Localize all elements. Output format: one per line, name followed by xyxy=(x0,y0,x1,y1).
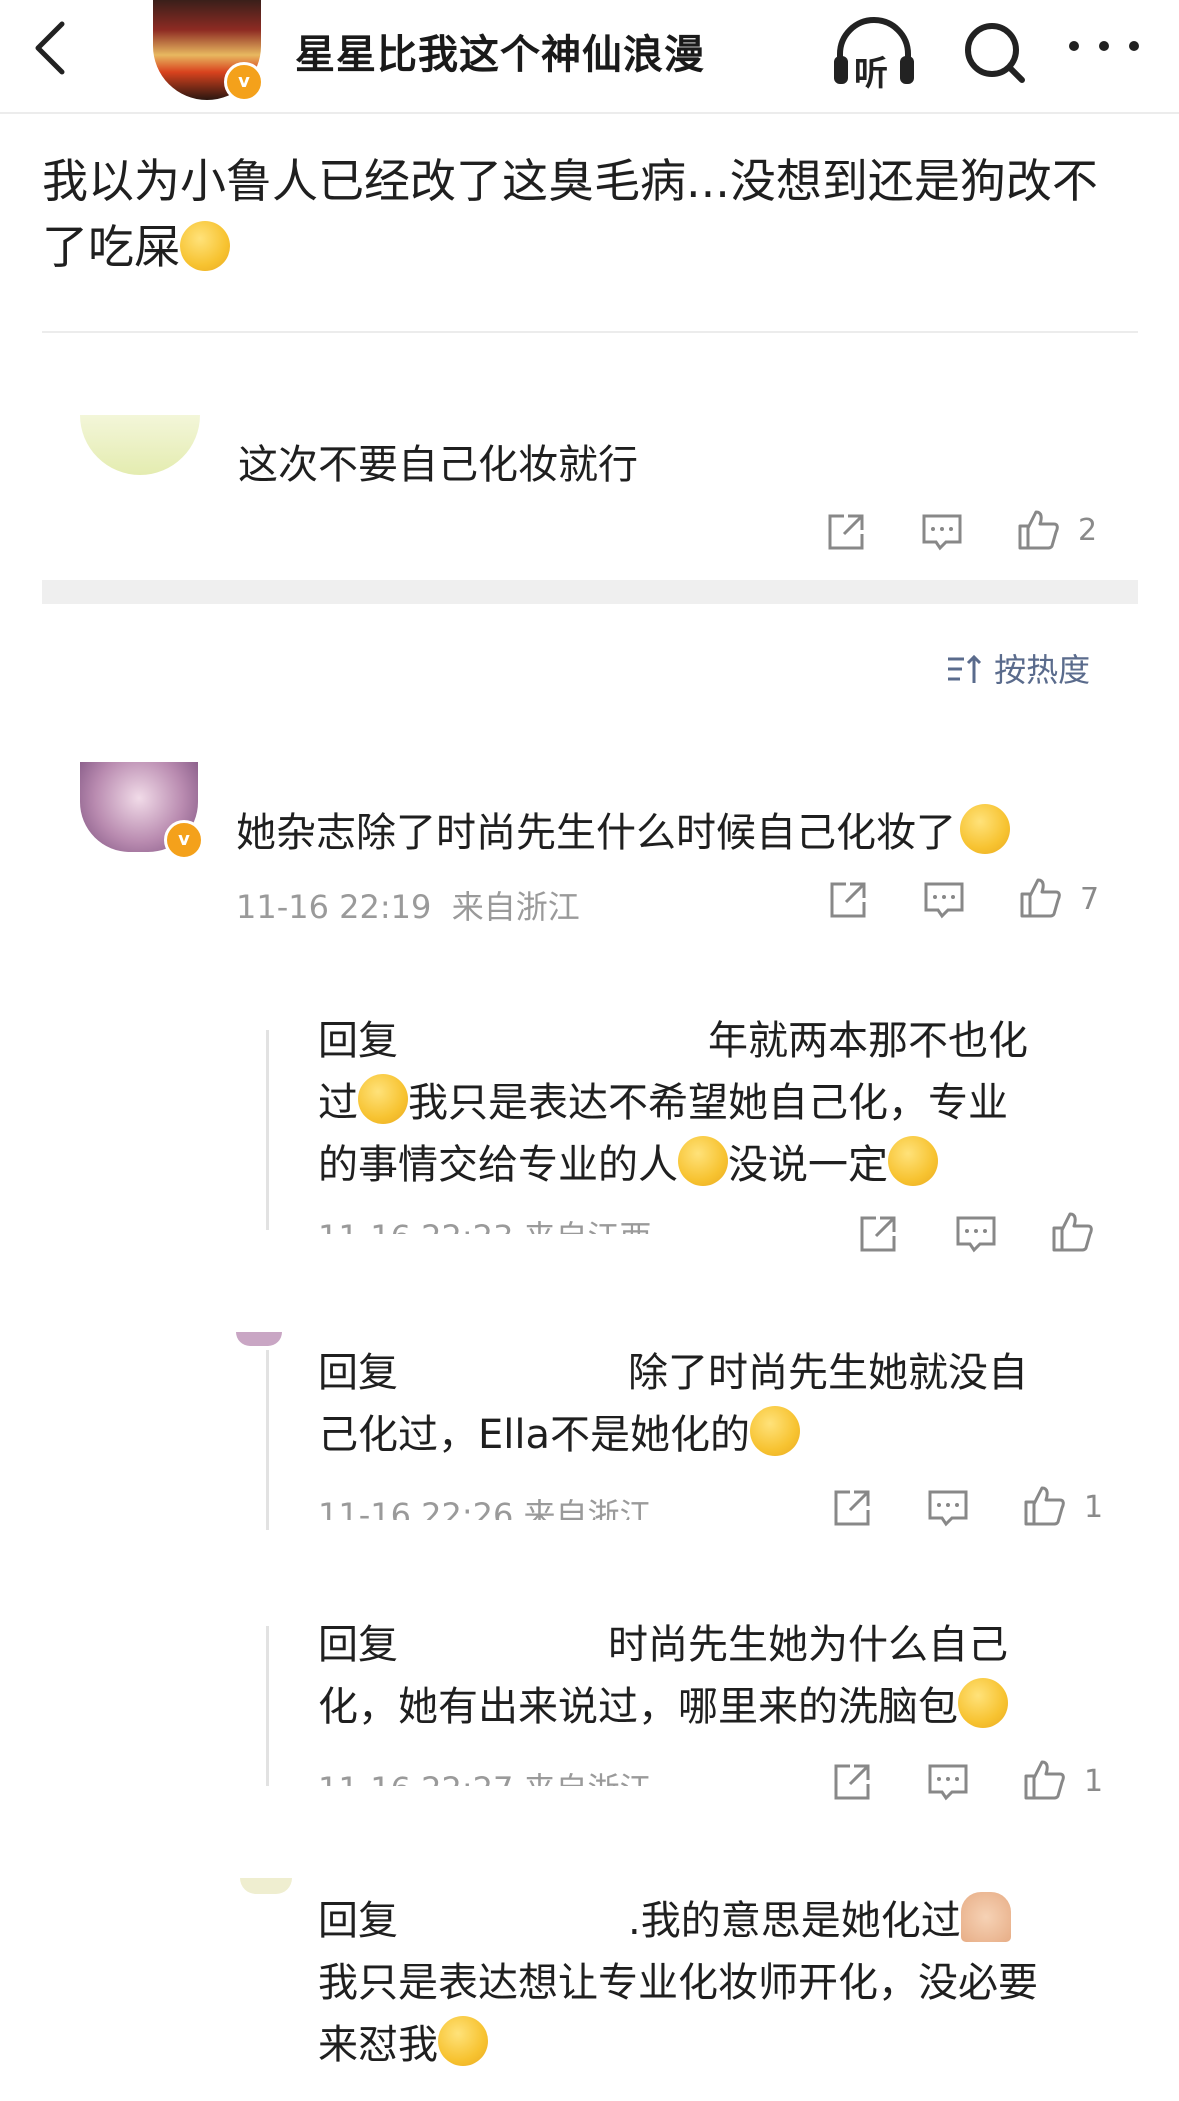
account-name[interactable]: 星星比我这个神仙浪漫 xyxy=(295,22,705,80)
reply-thread-line xyxy=(266,1350,269,1530)
reply-meta: 11-16 22:26 来自浙江 xyxy=(318,1496,652,1520)
verified-badge-icon: v xyxy=(224,62,264,102)
share-icon[interactable] xyxy=(826,878,870,922)
praying-hands-emoji-icon xyxy=(960,1892,1011,1942)
reply-prefix: 回复 xyxy=(318,1018,398,1064)
reply-4: 回复 .我的意思是她化过 我只是表达想让专业化妆师开化，没必要 来怼我 xyxy=(318,1890,1138,2076)
reply-text: 来怼我 xyxy=(318,2022,438,2068)
like-icon[interactable] xyxy=(1016,508,1060,552)
reply-2: 回复 除了时尚先生她就没自 己化过，Ella不是她化的 xyxy=(318,1342,1098,1466)
reply-text: 我只是表达想让专业化妆师开化，没必要 xyxy=(318,1960,1038,2006)
reply-3: 回复 时尚先生她为什么自己 化，她有出来说过，哪里来的洗脑包 xyxy=(318,1614,1098,1738)
comment-text: 她杂志除了时尚先生什么时候自己化妆了 xyxy=(236,800,1010,858)
reply-text: 化，她有出来说过，哪里来的洗脑包 xyxy=(318,1684,958,1730)
share-icon[interactable] xyxy=(824,510,868,554)
comment-icon[interactable] xyxy=(922,878,966,922)
comment-location: 来自浙江 xyxy=(451,888,580,926)
smile-emoji-icon xyxy=(888,1136,938,1186)
smirk-emoji-icon xyxy=(750,1406,801,1456)
divider xyxy=(42,331,1138,333)
sort-toggle[interactable]: 按热度 xyxy=(946,645,1090,691)
reply-text: .我的意思是她化过 xyxy=(628,1898,961,1944)
like-count: 1 xyxy=(1084,1490,1104,1525)
reply-1: 回复 年就两本那不也化 过 我只是表达不希望她自己化，专业 的事情交给专业的人 没说一… xyxy=(318,1010,1098,1196)
smirk-emoji-icon xyxy=(960,804,1010,854)
reply-text: 己化过，Ella不是她化的 xyxy=(318,1412,751,1458)
like-count: 1 xyxy=(1084,1764,1104,1799)
comment-icon[interactable] xyxy=(926,1486,970,1530)
sweat-smile-emoji-icon xyxy=(180,221,230,271)
listen-button[interactable]: 听 xyxy=(832,16,916,94)
smile-emoji-icon xyxy=(358,1074,408,1124)
reply-text: 时尚先生她为什么自己 xyxy=(608,1622,1008,1668)
smile-emoji-icon xyxy=(678,1136,728,1186)
share-icon[interactable] xyxy=(830,1486,874,1530)
reply-thread-line xyxy=(266,1030,269,1230)
sweat-smile-emoji-icon xyxy=(438,2016,488,2066)
reply-text: 我只是表达不希望她自己化，专业 xyxy=(408,1080,1008,1126)
comment-meta: 11-16 22:19 来自浙江 xyxy=(236,882,580,928)
reply-thread-line xyxy=(266,1626,269,1786)
like-count: 7 xyxy=(1080,882,1100,917)
back-arrow-icon[interactable] xyxy=(28,18,78,78)
comment-icon[interactable] xyxy=(954,1212,998,1256)
commenter-avatar[interactable] xyxy=(240,1878,292,1894)
comment-text-content: 她杂志除了时尚先生什么时候自己化妆了 xyxy=(236,810,956,856)
top-bar: v 星星比我这个神仙浪漫 听 xyxy=(0,0,1179,114)
comment-icon[interactable] xyxy=(920,510,964,554)
reply-prefix: 回复 xyxy=(318,1622,398,1668)
reply-text: 年就两本那不也化 xyxy=(708,1018,1028,1064)
search-icon[interactable] xyxy=(956,16,1040,88)
like-icon[interactable] xyxy=(1018,876,1062,920)
smirk-emoji-icon xyxy=(958,1678,1008,1728)
reply-meta: 11-16 22:23 来自江西 xyxy=(318,1212,652,1234)
sort-icon xyxy=(948,654,982,683)
like-count: 2 xyxy=(1078,513,1098,548)
like-icon[interactable] xyxy=(1022,1484,1066,1528)
listen-label: 听 xyxy=(854,54,888,94)
reply-text: 没说一定 xyxy=(728,1142,888,1188)
more-icon[interactable] xyxy=(1062,16,1146,88)
like-icon[interactable] xyxy=(1022,1758,1066,1802)
reply-meta: 11-16 22:27 来自浙江 xyxy=(318,1764,652,1786)
share-icon[interactable] xyxy=(856,1212,900,1256)
reply-text: 的事情交给专业的人 xyxy=(318,1142,678,1188)
section-separator xyxy=(42,580,1138,604)
share-icon[interactable] xyxy=(830,1760,874,1804)
pinned-comment-text: 这次不要自己化妆就行 xyxy=(238,442,638,488)
commenter-avatar[interactable] xyxy=(236,1332,282,1346)
comment-time: 11-16 22:19 xyxy=(236,888,432,926)
reply-text: 过 xyxy=(318,1080,358,1126)
comment-icon[interactable] xyxy=(926,1760,970,1804)
commenter-avatar[interactable] xyxy=(80,415,200,475)
reply-text: 除了时尚先生她就没自 xyxy=(628,1350,1028,1396)
sort-label: 按热度 xyxy=(994,651,1091,689)
post-content: 我以为小鲁人已经改了这臭毛病...没想到还是狗改不了吃屎 xyxy=(42,148,1142,280)
like-icon[interactable] xyxy=(1050,1210,1094,1254)
verified-badge-icon: v xyxy=(164,820,204,860)
reply-prefix: 回复 xyxy=(318,1350,398,1396)
reply-prefix: 回复 xyxy=(318,1898,398,1944)
